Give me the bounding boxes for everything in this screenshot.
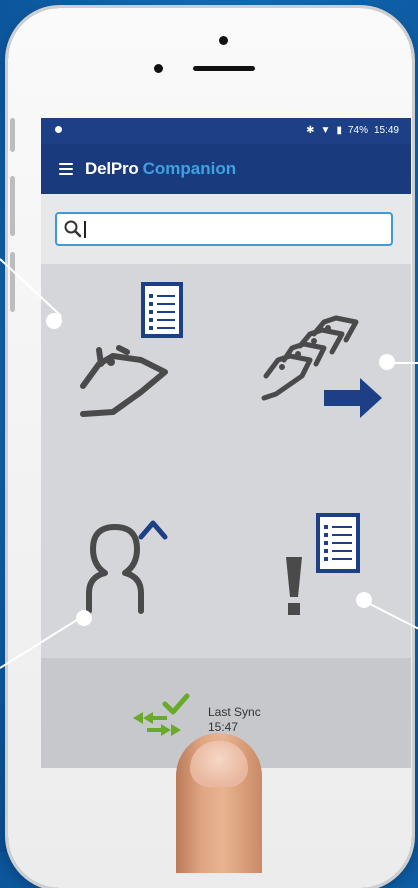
callout-dot-top-left xyxy=(46,313,62,329)
hamburger-menu-icon[interactable] xyxy=(59,163,73,175)
proximity-sensor xyxy=(154,64,163,73)
callout-line-top-right xyxy=(392,362,418,364)
battery-icon: ▮ xyxy=(336,125,342,136)
status-bar: ✱ ▼ ▮ 74% 15:49 xyxy=(41,118,411,144)
clock: 15:49 xyxy=(373,125,399,136)
cow-record-icon xyxy=(80,282,183,417)
sync-icon xyxy=(133,693,190,736)
callout-dot-bottom-right xyxy=(356,592,372,608)
finger-image xyxy=(176,733,262,873)
volume-down-button xyxy=(10,252,15,312)
battery-percent: 74% xyxy=(347,125,368,136)
front-camera xyxy=(219,36,228,45)
fingernail xyxy=(190,741,248,787)
earpiece-speaker xyxy=(193,66,255,71)
brand-accent: Companion xyxy=(142,159,237,178)
brand-name: DelPro xyxy=(85,159,139,178)
user-home-icon xyxy=(86,520,168,614)
callout-dot-bottom-left xyxy=(76,610,92,626)
mute-switch xyxy=(10,118,15,152)
app-screen: ✱ ▼ ▮ 74% 15:49 DelPro Companion Last Sy… xyxy=(41,118,411,768)
last-sync-label: Last Sync xyxy=(208,705,261,719)
tile-alert-list[interactable] xyxy=(226,461,411,658)
search-area xyxy=(41,194,411,264)
tile-cow-record[interactable] xyxy=(41,264,226,461)
callout-dot-top-right xyxy=(379,354,395,370)
search-input[interactable] xyxy=(55,212,393,246)
last-sync-time: 15:47 xyxy=(208,720,239,734)
volume-up-button xyxy=(10,176,15,236)
tile-user-home[interactable] xyxy=(41,461,226,658)
bluetooth-icon: ✱ xyxy=(306,125,315,136)
status-icons: ✱ ▼ ▮ 74% 15:49 xyxy=(306,125,399,136)
text-cursor xyxy=(84,221,86,238)
app-bar: DelPro Companion xyxy=(41,144,411,194)
search-icon xyxy=(64,220,82,238)
notification-icon xyxy=(55,126,62,133)
alert-list-icon xyxy=(286,513,360,615)
wifi-icon: ▼ xyxy=(320,125,331,136)
